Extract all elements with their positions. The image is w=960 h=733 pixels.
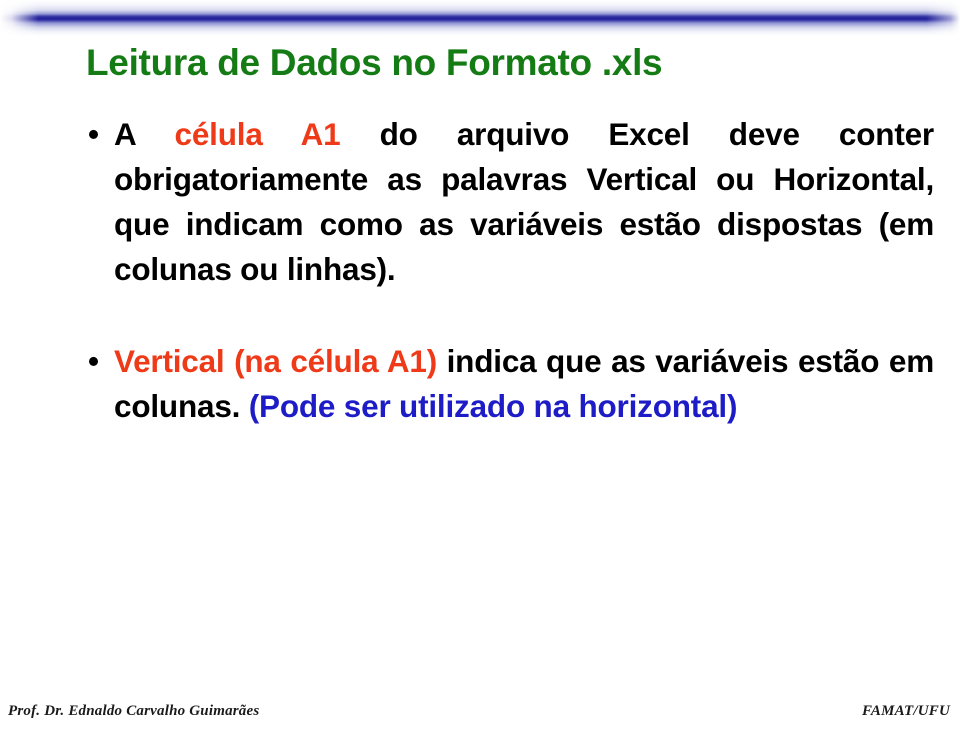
footer-institution: FAMAT/UFU [862,703,950,719]
bullet-marker-icon: • [88,116,99,152]
slide-body: • A célula A1 do arquivo Excel deve conte… [86,112,934,429]
footer-author: Prof. Dr. Ednaldo Carvalho Guimarães [8,703,260,719]
bullet-1-run-1: A [114,116,175,152]
header-decorative-band [0,0,960,36]
page-title: Leitura de Dados no Formato .xls [86,42,663,83]
bullet-2-run-1-highlight: Vertical (na célula A1) [114,343,438,379]
bullet-marker-icon: • [88,343,99,379]
bullet-item-2: • Vertical (na célula A1) indica que as v… [86,339,934,429]
bullet-item-1: • A célula A1 do arquivo Excel deve conte… [86,112,934,292]
bullet-1-run-2-highlight: célula A1 [174,116,341,152]
bullet-2-run-3-note: (Pode ser utilizado na horizontal) [248,388,738,424]
slide: Leitura de Dados no Formato .xls • A célu… [0,0,960,733]
